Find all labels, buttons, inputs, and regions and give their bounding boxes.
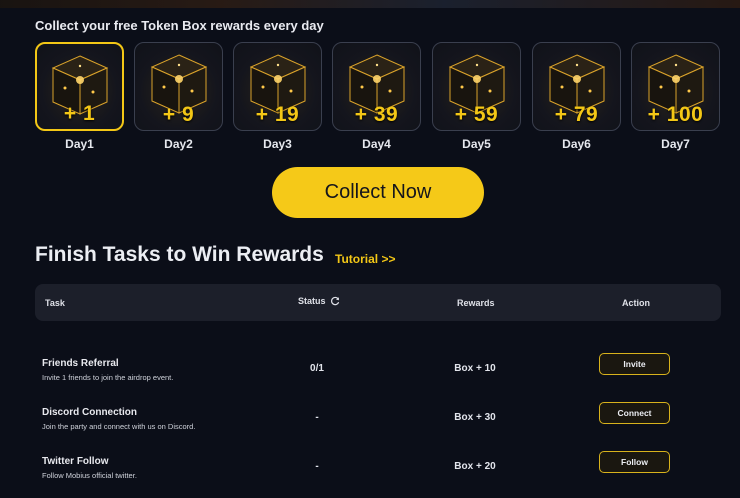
task-title: Discord Connection — [42, 407, 138, 418]
table-row: Twitter Follow Follow Mobius official tw… — [35, 451, 721, 498]
day-label: Day1 — [65, 137, 94, 151]
token-box: + 39 — [332, 42, 421, 131]
header-status-label: Status — [298, 296, 326, 306]
task-title: Friends Referral — [42, 358, 119, 369]
task-reward: Box + 20 — [454, 461, 496, 472]
invite-button[interactable]: Invite — [599, 353, 670, 375]
day-label: Day2 — [164, 137, 193, 151]
day-reward: + 39 — [354, 103, 399, 126]
token-box: + 1 — [35, 42, 124, 131]
tutorial-link[interactable]: Tutorial >> — [335, 252, 395, 266]
token-box: + 100 — [631, 42, 720, 131]
top-banner-strip — [0, 0, 740, 8]
tasks-title: Finish Tasks to Win Rewards — [35, 243, 324, 266]
day-label: Day4 — [362, 137, 391, 151]
daily-rewards-row: + 1 Day1 + 9 Day2 + 19 Day3 + 39 Day4 + … — [35, 42, 721, 154]
task-status: - — [315, 412, 319, 423]
header-task: Task — [45, 298, 65, 308]
day-reward: + 1 — [63, 102, 96, 125]
task-title: Twitter Follow — [42, 456, 109, 467]
day-label: Day3 — [263, 137, 292, 151]
follow-button[interactable]: Follow — [599, 451, 670, 473]
day-reward: + 100 — [647, 103, 704, 126]
daily-rewards-title: Collect your free Token Box rewards ever… — [35, 18, 324, 33]
connect-button[interactable]: Connect — [599, 402, 670, 424]
task-status: 0/1 — [310, 363, 324, 374]
day-card-2[interactable]: + 9 Day2 — [134, 42, 223, 151]
task-reward: Box + 30 — [454, 412, 496, 423]
task-description: Join the party and connect with us on Di… — [42, 422, 196, 431]
task-status: - — [315, 461, 319, 472]
tasks-table-header: Task Status Rewards Action — [35, 284, 721, 321]
day-reward: + 19 — [255, 103, 300, 126]
day-card-3[interactable]: + 19 Day3 — [233, 42, 322, 151]
refresh-icon[interactable] — [330, 296, 340, 306]
day-card-5[interactable]: + 59 Day5 — [432, 42, 521, 151]
table-row: Discord Connection Join the party and co… — [35, 402, 721, 451]
token-box: + 9 — [134, 42, 223, 131]
day-label: Day7 — [661, 137, 690, 151]
day-card-7[interactable]: + 100 Day7 — [631, 42, 720, 151]
day-card-1[interactable]: + 1 Day1 — [35, 42, 124, 151]
day-reward: + 59 — [454, 103, 499, 126]
token-box: + 19 — [233, 42, 322, 131]
day-card-6[interactable]: + 79 Day6 — [532, 42, 621, 151]
day-label: Day5 — [462, 137, 491, 151]
day-reward: + 79 — [554, 103, 599, 126]
table-row: Friends Referral Invite 1 friends to joi… — [35, 353, 721, 402]
day-card-4[interactable]: + 39 Day4 — [332, 42, 421, 151]
token-box: + 59 — [432, 42, 521, 131]
task-description: Invite 1 friends to join the airdrop eve… — [42, 373, 174, 382]
day-label: Day6 — [562, 137, 591, 151]
task-description: Follow Mobius official twitter. — [42, 471, 137, 480]
header-rewards: Rewards — [457, 298, 495, 308]
header-status: Status — [298, 296, 340, 306]
header-action: Action — [622, 298, 650, 308]
day-reward: + 9 — [162, 103, 195, 126]
token-box: + 79 — [532, 42, 621, 131]
task-reward: Box + 10 — [454, 363, 496, 374]
collect-now-button[interactable]: Collect Now — [272, 167, 484, 218]
